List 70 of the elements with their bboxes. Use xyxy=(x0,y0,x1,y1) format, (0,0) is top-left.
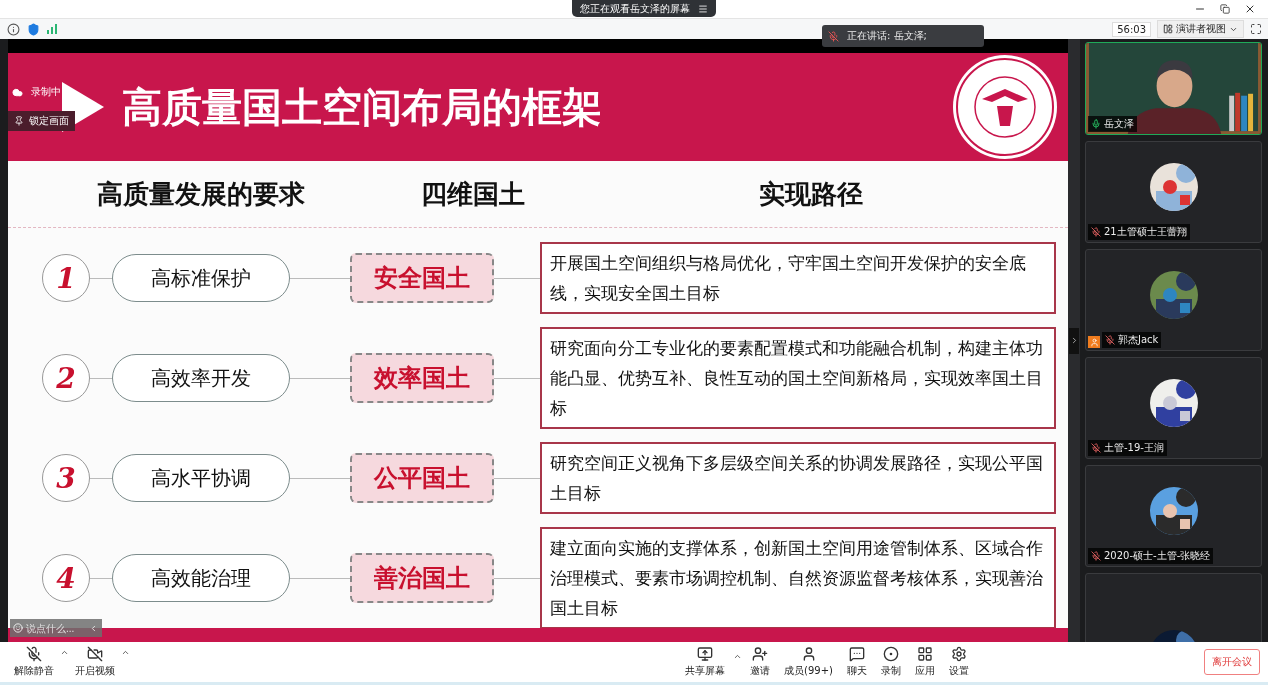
step-number: 3 xyxy=(42,454,90,503)
path-description: 开展国土空间组织与格局优化，守牢国土空间开发保护的安全底线，实现安全国土目标 xyxy=(540,242,1056,315)
close-icon[interactable] xyxy=(1244,3,1256,15)
caret-icon[interactable] xyxy=(60,648,69,657)
chat-icon xyxy=(848,646,865,662)
video-button[interactable]: 开启视频 xyxy=(69,646,121,678)
share-screen-button[interactable]: 共享屏幕 xyxy=(679,646,732,678)
view-mode-dropdown[interactable]: 演讲者视图 xyxy=(1157,20,1244,38)
cloud-icon xyxy=(12,86,23,98)
emoji-icon[interactable] xyxy=(13,623,23,633)
territory-label: 善治国土 xyxy=(350,553,494,604)
participant-name: 岳文泽 xyxy=(1104,117,1134,131)
members-button[interactable]: 成员(99+) xyxy=(778,646,839,678)
chat-box[interactable]: 说点什么... xyxy=(10,619,102,637)
territory-label: 效率国土 xyxy=(350,353,494,404)
participant-tile[interactable]: 郭杰Jack xyxy=(1085,249,1262,351)
requirement-label: 高水平协调 xyxy=(112,454,290,503)
step-number: 1 xyxy=(42,254,90,303)
path-description: 研究面向分工专业化的要素配置模式和功能融合机制，构建主体功能凸显、优势互补、良性互动的国土空间新格局，实现效率国土目标 xyxy=(540,327,1056,430)
info-icon[interactable] xyxy=(6,22,20,36)
mic-muted-icon xyxy=(828,30,839,42)
share-screen-icon xyxy=(697,646,714,662)
menu-icon[interactable] xyxy=(698,3,708,14)
shield-icon[interactable] xyxy=(26,22,40,36)
participant-name: 土管-19-王润 xyxy=(1104,441,1164,455)
column-header: 实现路径 xyxy=(757,177,864,211)
chat-input-field[interactable]: 说点什么... xyxy=(26,622,86,634)
step-number: 2 xyxy=(42,354,90,403)
settings-icon xyxy=(950,646,967,662)
meeting-timer: 56:03 xyxy=(1112,21,1151,37)
requirement-label: 高效能治理 xyxy=(112,554,290,603)
pin-icon xyxy=(14,116,24,126)
participant-name: 2020-硕士-土管-张晓经 xyxy=(1104,549,1211,563)
apps-icon xyxy=(916,646,933,662)
signal-icon[interactable] xyxy=(46,24,58,34)
participant-tile[interactable]: 21土管硕士王蕾翔 xyxy=(1085,141,1262,243)
video-tile[interactable]: 岳文泽 xyxy=(1085,42,1262,135)
requirement-label: 高标准保护 xyxy=(112,254,290,303)
invite-icon xyxy=(752,646,769,662)
participant-tile[interactable]: 土管-19-王润 xyxy=(1085,357,1262,459)
caret-icon[interactable] xyxy=(733,652,743,661)
record-button[interactable]: 录制 xyxy=(874,646,907,678)
speaking-indicator: 正在讲话: 岳文泽; xyxy=(847,29,927,43)
column-header: 四维国土 xyxy=(420,177,526,211)
path-description: 研究空间正义视角下多层级空间关系的协调发展路径，实现公平国土目标 xyxy=(540,442,1056,515)
chevron-left-icon[interactable] xyxy=(89,623,98,633)
column-header: 高质量发展的要求 xyxy=(95,177,306,211)
restore-icon[interactable] xyxy=(1220,4,1230,14)
chat-button[interactable]: 聊天 xyxy=(840,646,873,678)
apps-button[interactable]: 应用 xyxy=(908,646,941,678)
recording-status: 录制中 xyxy=(31,85,61,99)
participant-name: 21土管硕士王蕾翔 xyxy=(1104,225,1187,239)
participant-tile[interactable]: 2020-硕士-土管-张晓经 xyxy=(1085,465,1262,567)
participant-name: 郭杰Jack xyxy=(1118,333,1159,347)
caret-icon[interactable] xyxy=(121,648,130,657)
requirement-label: 高效率开发 xyxy=(112,354,290,403)
unmute-button[interactable]: 解除静音 xyxy=(8,646,60,678)
step-number: 4 xyxy=(42,554,90,603)
leave-meeting-button[interactable]: 离开会议 xyxy=(1204,649,1260,675)
territory-label: 安全国土 xyxy=(350,253,494,304)
fullscreen-icon[interactable] xyxy=(1250,23,1262,35)
layout-icon xyxy=(1163,24,1173,34)
banner-text: 您正在观看岳文泽的屏幕 xyxy=(580,1,690,16)
record-icon xyxy=(882,646,899,662)
invite-button[interactable]: 邀请 xyxy=(744,646,777,678)
lock-screen-button[interactable]: 锁定画面 xyxy=(8,111,75,131)
slide-title: 高质量国土空间布局的框架 xyxy=(122,82,603,132)
path-description: 建立面向实施的支撑体系，创新国土空间用途管制体系、区域合作治理模式、要素市场调控机制、自然资源监督考核体系，实现善治国土目标 xyxy=(540,527,1056,630)
territory-label: 公平国土 xyxy=(350,453,494,504)
settings-button[interactable]: 设置 xyxy=(942,646,975,678)
